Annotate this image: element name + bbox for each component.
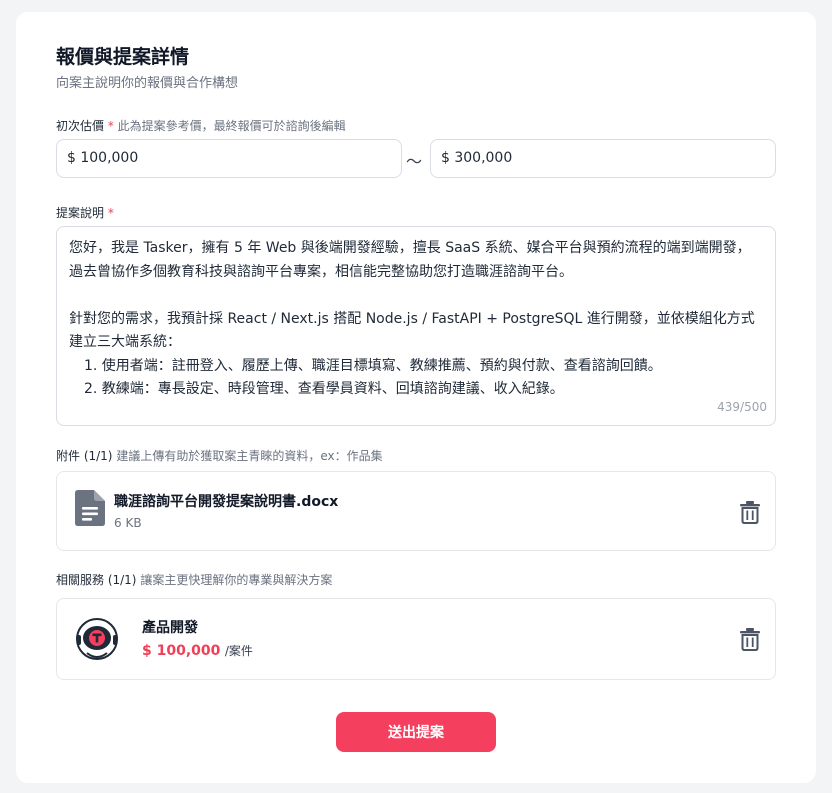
document-icon — [75, 490, 105, 526]
char-counter: 439/500 — [717, 399, 767, 414]
service-price-unit: /案件 — [224, 644, 253, 658]
attachment-filesize: 6 KB — [114, 516, 142, 530]
attachments-label-row: 附件 (1/1) 建議上傳有助於獲取案主青睞的資料，ex：作品集 — [56, 447, 383, 465]
proposal-list: 1. 使用者端：註冊登入、履歷上傳、職涯目標填寫、教練推薦、預約與付款、查看諮詢… — [69, 355, 763, 402]
attachment-filename: 職涯諮詢平台開發提案說明書.docx — [114, 494, 339, 510]
estimate-max-input[interactable]: $ 300,000 — [430, 139, 776, 178]
service-name: 產品開發 — [142, 620, 198, 636]
required-mark: * — [107, 206, 114, 220]
service-item: 產品開發 $ 100,000 /案件 — [56, 598, 776, 680]
trash-icon[interactable] — [739, 627, 761, 651]
proposal-list-item: 1. 使用者端：註冊登入、履歷上傳、職涯目標填寫、教練推薦、預約與付款、查看諮詢… — [84, 357, 662, 374]
submit-proposal-button[interactable]: 送出提案 — [336, 712, 496, 752]
proposal-list-item: 2. 教練端：專長設定、時段管理、查看學員資料、回填諮詢建議、收入紀錄。 — [84, 381, 564, 397]
service-price: $ 100,000 — [142, 643, 221, 659]
proposal-card: 報價與提案詳情 向案主說明你的報價與合作構想 初次估價 * 此為提案參考價，最終… — [16, 12, 816, 783]
attachments-hint: 建議上傳有助於獲取案主青睞的資料，ex：作品集 — [116, 449, 383, 463]
proposal-paragraph-2: 針對您的需求，我預計採 React / Next.js 搭配 Node.js /… — [69, 310, 755, 351]
estimate-hint: 此為提案參考價，最終報價可於諮詢後編輯 — [117, 119, 346, 133]
estimate-label: 初次估價 — [56, 119, 105, 133]
service-price-row: $ 100,000 /案件 — [142, 641, 253, 661]
services-label: 相關服務 (1/1) — [56, 573, 137, 587]
proposal-label: 提案說明 — [56, 206, 105, 220]
proposal-paragraph-1: 您好，我是 Tasker，擁有 5 年 Web 與後端開發經驗，擅長 SaaS … — [69, 240, 751, 280]
page-title: 報價與提案詳情 — [56, 46, 190, 68]
attachment-item: 職涯諮詢平台開發提案說明書.docx 6 KB — [56, 471, 776, 551]
astronaut-logo-icon — [76, 618, 118, 660]
range-separator: ～ — [406, 152, 423, 171]
proposal-label-row: 提案說明 * — [56, 204, 114, 222]
trash-icon[interactable] — [739, 500, 761, 524]
attachments-label: 附件 (1/1) — [56, 449, 113, 463]
services-label-row: 相關服務 (1/1) 讓案主更快理解你的專業與解決方案 — [56, 571, 332, 589]
estimate-label-row: 初次估價 * 此為提案參考價，最終報價可於諮詢後編輯 — [56, 117, 346, 135]
required-mark: * — [107, 119, 114, 133]
page-subtitle: 向案主說明你的報價與合作構想 — [56, 76, 239, 91]
services-hint: 讓案主更快理解你的專業與解決方案 — [140, 573, 333, 587]
estimate-min-input[interactable]: $ 100,000 — [56, 139, 402, 178]
proposal-textarea[interactable]: 您好，我是 Tasker，擁有 5 年 Web 與後端開發經驗，擅長 SaaS … — [56, 226, 776, 426]
